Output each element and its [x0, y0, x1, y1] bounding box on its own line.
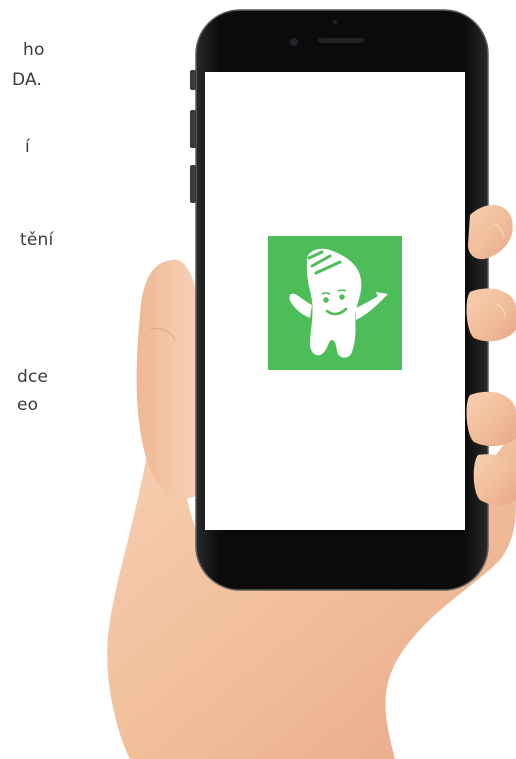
phone-side-button — [190, 110, 196, 148]
hand-finger — [466, 391, 516, 447]
phone-front-camera — [290, 38, 298, 46]
phone-earpiece — [318, 38, 364, 43]
promo-stage: ho DA. í tění dce eo — [0, 0, 516, 759]
hand-finger — [466, 288, 516, 342]
hand-phone-illustration — [107, 9, 516, 759]
hand-finger — [468, 204, 513, 260]
phone-side-button — [190, 70, 196, 90]
skoda-mascot-app-icon — [268, 236, 402, 370]
phone-side-button — [190, 165, 196, 203]
